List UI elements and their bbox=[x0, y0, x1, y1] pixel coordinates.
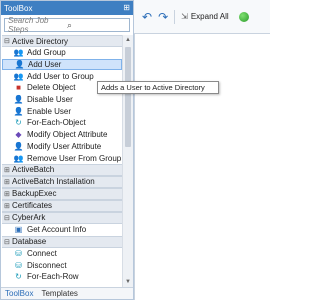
item-label: Delete Object bbox=[27, 83, 76, 93]
group-header-database[interactable]: ⊟ Database bbox=[2, 235, 122, 248]
search-icon[interactable]: ⌕ bbox=[67, 20, 126, 31]
expand-all-button[interactable]: ⇲ Expand All bbox=[181, 12, 229, 21]
account-info-icon: ▣ bbox=[14, 225, 23, 235]
redo-icon[interactable]: ↷ bbox=[158, 10, 168, 24]
job-steps-list: ⊟ Active Directory 👥 Add Group 👤 Add Use… bbox=[2, 35, 122, 287]
bottom-tabs: ToolBox Templates bbox=[1, 287, 133, 299]
designer-canvas[interactable] bbox=[134, 34, 270, 300]
modify-user-icon: 👤 bbox=[13, 141, 24, 151]
item-label: Get Account Info bbox=[27, 225, 87, 235]
loop-icon: ↻ bbox=[15, 272, 22, 282]
user-add-icon: 👤 bbox=[14, 60, 25, 70]
list-item-get-account-info[interactable]: ▣ Get Account Info bbox=[2, 224, 122, 236]
item-label: Connect bbox=[27, 248, 57, 258]
list-item-add-user[interactable]: 👤 Add User bbox=[2, 58, 122, 71]
list-item-modify-user-attribute[interactable]: 👤 Modify User Attribute bbox=[2, 141, 122, 153]
group-header-activebatch[interactable]: ⊞ ActiveBatch bbox=[2, 163, 122, 176]
group-label: BackupExec bbox=[12, 189, 57, 199]
scroll-thumb[interactable] bbox=[125, 47, 131, 147]
collapse-icon[interactable]: ⊟ bbox=[4, 37, 12, 45]
disable-user-icon: 👤 bbox=[13, 95, 24, 105]
group-label: ActiveBatch Installation bbox=[12, 177, 95, 187]
group-label: CyberArk bbox=[12, 213, 46, 223]
expand-all-icon: ⇲ bbox=[181, 12, 188, 21]
list-item-disconnect[interactable]: ⛁ Disconnect bbox=[2, 259, 122, 271]
scroll-down-icon[interactable]: ▼ bbox=[123, 277, 133, 287]
enable-user-icon: 👤 bbox=[13, 106, 24, 116]
toolbox-title: ToolBox bbox=[4, 3, 33, 13]
tab-templates[interactable]: Templates bbox=[37, 289, 81, 298]
group-add-icon: 👥 bbox=[13, 48, 24, 58]
item-label: Enable User bbox=[27, 106, 72, 116]
list-item-add-group[interactable]: 👥 Add Group bbox=[2, 47, 122, 59]
list-item-disable-user[interactable]: 👤 Disable User bbox=[2, 94, 122, 106]
disconnect-icon: ⛁ bbox=[15, 260, 22, 270]
list-item-remove-user-from-group[interactable]: 👥 Remove User From Group bbox=[2, 152, 122, 164]
expand-all-label: Expand All bbox=[190, 12, 229, 21]
expand-icon[interactable]: ⊞ bbox=[4, 166, 12, 174]
item-label: Modify Object Attribute bbox=[27, 130, 108, 140]
user-to-group-icon: 👥 bbox=[13, 71, 24, 81]
item-label: For-Each-Row bbox=[27, 272, 79, 282]
tooltip: Adds a User to Active Directory bbox=[97, 81, 219, 94]
toolbox-title-bar: ToolBox ⊞ bbox=[1, 1, 133, 15]
tab-toolbox[interactable]: ToolBox bbox=[1, 289, 37, 298]
group-header-certificates[interactable]: ⊞ Certificates bbox=[2, 199, 122, 212]
expand-icon[interactable]: ⊞ bbox=[4, 178, 12, 186]
item-label: Disable User bbox=[27, 95, 73, 105]
group-label: Certificates bbox=[12, 201, 53, 211]
toolbox-panel: ToolBox ⊞ Search Job Steps ⌕ ⊟ Active Di… bbox=[0, 0, 134, 300]
status-ball-icon[interactable] bbox=[238, 11, 249, 22]
item-label: Disconnect bbox=[27, 260, 67, 270]
group-label: Database bbox=[12, 237, 47, 247]
group-label: ActiveBatch bbox=[12, 165, 55, 175]
group-header-activebatch-installation[interactable]: ⊞ ActiveBatch Installation bbox=[2, 175, 122, 188]
expand-icon[interactable]: ⊞ bbox=[4, 202, 12, 210]
item-label: Modify User Attribute bbox=[27, 141, 102, 151]
list-item-for-each-row[interactable]: ↻ For-Each-Row bbox=[2, 271, 122, 283]
list-item-connect[interactable]: ⛁ Connect bbox=[2, 248, 122, 260]
list-item-for-each-object[interactable]: ↻ For-Each-Object bbox=[2, 117, 122, 129]
group-label: Active Directory bbox=[12, 36, 69, 46]
group-header-active-directory[interactable]: ⊟ Active Directory bbox=[2, 35, 122, 47]
pin-icon[interactable]: ⊞ bbox=[123, 4, 130, 12]
vertical-scrollbar[interactable]: ▲ ▼ bbox=[122, 35, 133, 287]
connect-icon: ⛁ bbox=[15, 248, 22, 258]
item-label: Remove User From Group bbox=[27, 153, 122, 163]
collapse-icon[interactable]: ⊟ bbox=[4, 238, 12, 246]
search-placeholder: Search Job Steps bbox=[8, 16, 49, 34]
collapse-icon[interactable]: ⊟ bbox=[4, 214, 12, 222]
remove-user-icon: 👥 bbox=[13, 153, 24, 163]
list-item-enable-user[interactable]: 👤 Enable User bbox=[2, 105, 122, 117]
modify-object-icon: ◆ bbox=[15, 130, 22, 140]
loop-icon: ↻ bbox=[15, 118, 22, 128]
delete-object-icon: ■ bbox=[16, 83, 21, 93]
list-item-modify-object-attribute[interactable]: ◆ Modify Object Attribute bbox=[2, 129, 122, 141]
undo-icon[interactable]: ↶ bbox=[142, 10, 152, 24]
scroll-up-icon[interactable]: ▲ bbox=[123, 35, 133, 45]
search-input[interactable]: Search Job Steps ⌕ bbox=[4, 16, 130, 34]
toolbar-divider bbox=[174, 9, 176, 24]
item-label: Add User bbox=[28, 60, 62, 70]
item-label: Add Group bbox=[27, 48, 66, 58]
expand-icon[interactable]: ⊞ bbox=[4, 190, 12, 198]
group-header-cyberark[interactable]: ⊟ CyberArk bbox=[2, 211, 122, 224]
group-header-backupexec[interactable]: ⊞ BackupExec bbox=[2, 187, 122, 200]
item-label: Add User to Group bbox=[27, 71, 94, 81]
designer-toolbar: ↶ ↷ ⇲ Expand All bbox=[134, 0, 270, 34]
item-label: For-Each-Object bbox=[27, 118, 86, 128]
